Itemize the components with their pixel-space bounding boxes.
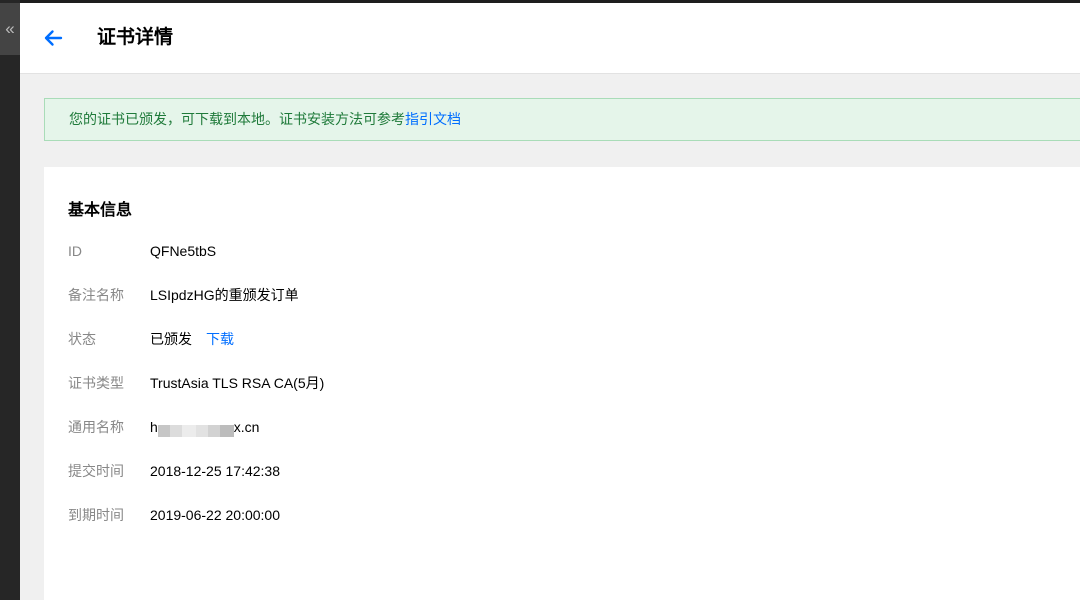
remark-label: 备注名称 bbox=[68, 287, 124, 303]
submit-time-label: 提交时间 bbox=[68, 463, 124, 479]
guide-doc-link[interactable]: 指引文档 bbox=[405, 111, 461, 127]
remark-value: LSIpdzHG的重颁发订单 bbox=[150, 287, 299, 303]
back-button[interactable] bbox=[40, 25, 66, 51]
common-name-suffix: x.cn bbox=[233, 419, 260, 435]
basic-info-card: 基本信息 ID QFNe5tbS 备注名称 LSIpdzHG的重颁发订单 状态 … bbox=[44, 167, 1080, 600]
submit-time-value: 2018-12-25 17:42:38 bbox=[150, 463, 280, 479]
status-value: 已颁发 bbox=[150, 331, 192, 347]
status-value-group: 已颁发 下载 bbox=[150, 328, 234, 350]
id-label: ID bbox=[68, 243, 82, 259]
common-name-prefix: h bbox=[150, 419, 158, 435]
cert-type-value: TrustAsia TLS RSA CA(5月) bbox=[150, 375, 325, 391]
common-name-label: 通用名称 bbox=[68, 419, 124, 435]
download-link[interactable]: 下载 bbox=[206, 331, 234, 347]
redacted-blur bbox=[157, 421, 234, 438]
status-label: 状态 bbox=[68, 331, 96, 347]
main-content: 证书详情 您的证书已颁发，可下载到本地。证书安装方法可参考指引文档 基本信息 I… bbox=[20, 3, 1080, 600]
expire-time-value: 2019-06-22 20:00:00 bbox=[150, 507, 280, 523]
id-value: QFNe5tbS bbox=[150, 243, 217, 259]
page-title: 证书详情 bbox=[97, 27, 174, 48]
cert-type-label: 证书类型 bbox=[68, 375, 124, 391]
section-title: 基本信息 bbox=[68, 202, 133, 219]
sidebar-collapse-button[interactable]: « bbox=[0, 3, 20, 55]
arrow-left-icon bbox=[44, 30, 63, 46]
page-header: 证书详情 bbox=[20, 3, 1080, 74]
expire-time-label: 到期时间 bbox=[68, 507, 124, 523]
left-sidebar: « bbox=[0, 0, 20, 600]
success-notice: 您的证书已颁发，可下载到本地。证书安装方法可参考指引文档 bbox=[44, 98, 1080, 141]
common-name-value: h x.cn bbox=[150, 416, 259, 438]
notice-text: 您的证书已颁发，可下载到本地。证书安装方法可参考 bbox=[69, 111, 405, 127]
